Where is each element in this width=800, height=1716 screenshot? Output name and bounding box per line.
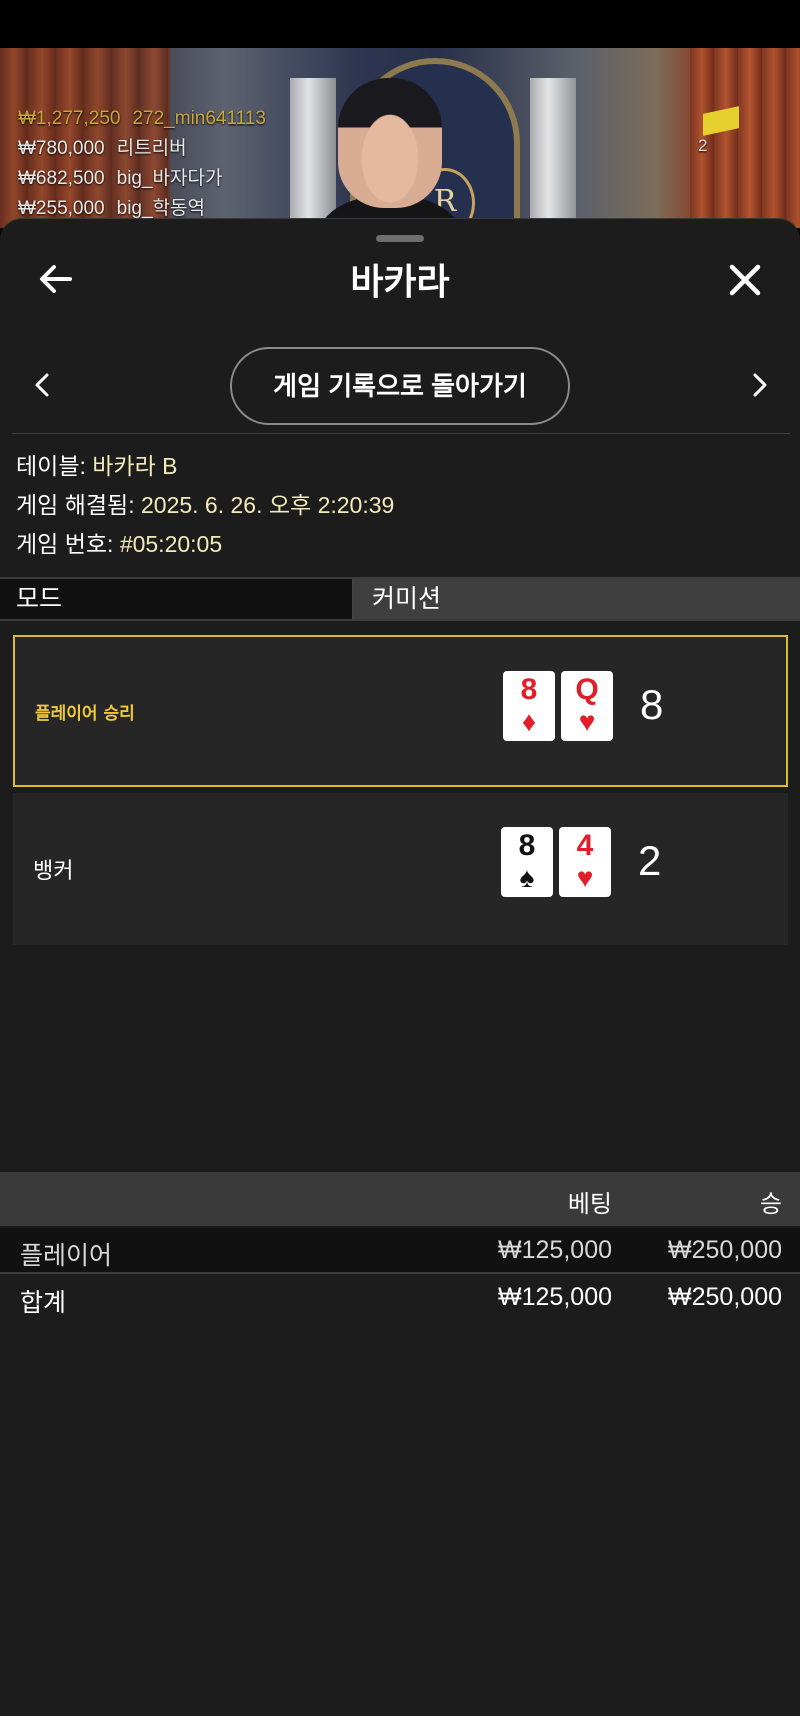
total-bet: ₩125,000 xyxy=(498,1283,612,1311)
banker-result: 뱅커 8 ♠ 4 ♥ 2 xyxy=(13,793,788,945)
back-to-history-button[interactable]: 게임 기록으로 돌아가기 xyxy=(230,347,570,425)
game-number-label: 게임 번호: xyxy=(16,531,114,557)
next-game-button[interactable] xyxy=(740,365,780,405)
bet-column-header: 베팅 xyxy=(567,1191,612,1218)
heart-suit-icon: ♥ xyxy=(576,862,594,893)
leaderboard-name: 리트리버 xyxy=(116,138,187,159)
leaderboard-amount: ₩780,000 xyxy=(18,138,105,159)
bet-name: 플레이어 xyxy=(20,1242,113,1270)
playing-card: 8 ♦ xyxy=(503,671,555,741)
table-label: 테이블: xyxy=(16,453,86,479)
table-row: 플레이어 ₩125,000 ₩250,000 xyxy=(0,1228,800,1274)
total-win: ₩250,000 xyxy=(668,1283,782,1311)
playing-card: Q ♥ xyxy=(561,671,613,741)
game-history-sheet: 바카라 게임 기록으로 돌아가기 테이블: 바카라 B 게임 해결됨: 2025… xyxy=(0,218,800,1716)
mode-row: 모드 커미션 xyxy=(0,577,800,621)
chevron-right-icon xyxy=(753,373,767,397)
sheet-header: 바카라 xyxy=(0,249,800,309)
playing-card: 8 ♠ xyxy=(501,827,553,897)
win-column-header: 승 xyxy=(759,1191,782,1218)
page-title: 바카라 xyxy=(350,262,450,303)
playing-card: 4 ♥ xyxy=(559,827,611,897)
player-result-label: 플레이어 승리 xyxy=(35,703,135,724)
previous-game-button[interactable] xyxy=(22,365,62,405)
banker-cards: 8 ♠ 4 ♥ xyxy=(501,827,611,897)
status-bar xyxy=(0,0,800,50)
pillar-right xyxy=(530,78,576,228)
total-label: 합계 xyxy=(20,1289,67,1317)
leaderboard-amount: ₩682,500 xyxy=(18,168,105,189)
chevron-left-icon xyxy=(35,373,49,397)
player-score: 8 xyxy=(640,681,664,728)
close-button[interactable] xyxy=(724,259,766,301)
leaderboard-name: big_바자다가 xyxy=(116,168,223,189)
player-cards: 8 ♦ Q ♥ xyxy=(503,671,613,741)
spade-suit-icon: ♠ xyxy=(519,862,535,893)
dealer-head xyxy=(338,78,442,208)
heart-suit-icon: ♥ xyxy=(578,706,596,737)
mode-label: 모드 xyxy=(0,579,354,619)
pillar-left xyxy=(290,78,336,228)
game-info: 테이블: 바카라 B 게임 해결됨: 2025. 6. 26. 오후 2:20:… xyxy=(16,447,394,564)
viewer-count: 2 xyxy=(698,136,708,155)
total-row: 합계 ₩125,000 ₩250,000 xyxy=(0,1275,800,1321)
table-info: 테이블: 바카라 B xyxy=(16,447,394,486)
player-result: 플레이어 승리 8 ♦ Q ♥ 8 xyxy=(13,635,788,787)
leaderboard-amount: ₩1,277,250 xyxy=(18,108,121,129)
bet-amount: ₩125,000 xyxy=(498,1236,612,1264)
game-number-value: #05:20:05 xyxy=(119,531,223,557)
drag-handle[interactable] xyxy=(376,235,424,242)
leaderboard-row: ₩780,000 리트리버 xyxy=(18,134,266,164)
banker-result-label: 뱅커 xyxy=(33,859,74,884)
win-amount: ₩250,000 xyxy=(668,1236,782,1264)
card-rank: 8 xyxy=(520,673,538,706)
divider xyxy=(12,433,790,434)
card-rank: Q xyxy=(575,673,599,706)
resolved-label: 게임 해결됨: xyxy=(16,492,135,518)
resolved-info: 게임 해결됨: 2025. 6. 26. 오후 2:20:39 xyxy=(16,486,394,525)
table-value: 바카라 B xyxy=(92,453,178,479)
diamond-suit-icon: ♦ xyxy=(521,706,537,737)
winners-leaderboard: ₩1,277,250 272_min641113 ₩780,000 리트리버 ₩… xyxy=(18,104,266,224)
banker-score: 2 xyxy=(638,837,662,884)
game-number-info: 게임 번호: #05:20:05 xyxy=(16,525,394,564)
resolved-value: 2025. 6. 26. 오후 2:20:39 xyxy=(140,492,395,518)
game-navigation: 게임 기록으로 돌아가기 xyxy=(0,345,800,425)
card-rank: 8 xyxy=(518,829,536,862)
leaderboard-row: ₩682,500 big_바자다가 xyxy=(18,164,266,194)
bets-table-header: 베팅 승 xyxy=(0,1172,800,1226)
leaderboard-name: 272_min641113 xyxy=(132,108,266,129)
mode-value: 커미션 xyxy=(354,579,800,619)
close-icon xyxy=(729,264,761,296)
card-rank: 4 xyxy=(576,829,594,862)
leaderboard-row: ₩1,277,250 272_min641113 xyxy=(18,104,266,134)
